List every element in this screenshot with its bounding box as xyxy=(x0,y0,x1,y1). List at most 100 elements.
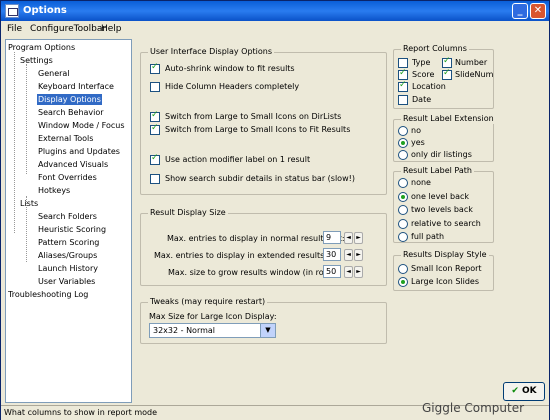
title-bar[interactable]: Options _ ✕ xyxy=(1,1,549,21)
tree-item-general[interactable]: General xyxy=(38,68,70,79)
tree-line xyxy=(26,64,27,174)
column-score-label: Score xyxy=(412,70,435,79)
menu-file[interactable]: File xyxy=(7,24,22,34)
style-small-icon-label: Small Icon Report xyxy=(411,264,482,273)
tree-item-search-behavior[interactable]: Search Behavior xyxy=(38,107,104,118)
tweaks-title: Tweaks (may require restart) xyxy=(148,297,268,307)
label-path-group: Result Label Path none one level back tw… xyxy=(393,166,494,243)
auto-shrink-checkbox[interactable] xyxy=(150,62,160,74)
tree-item-hotkeys[interactable]: Hotkeys xyxy=(38,185,70,196)
tree-node-program-options[interactable]: Program Options xyxy=(8,42,75,53)
auto-shrink-label: Auto-shrink window to fit results xyxy=(165,64,295,73)
tree-item-keyboard-interface[interactable]: Keyboard Interface xyxy=(38,81,114,92)
result-size-group: Result Display Size Max. entries to disp… xyxy=(140,208,387,286)
path-none-radio[interactable] xyxy=(398,178,408,188)
style-large-icon-label: Large Icon Slides xyxy=(411,277,480,286)
tree-item-aliases-groups[interactable]: Aliases/Groups xyxy=(38,250,97,261)
report-columns-title: Report Columns xyxy=(401,44,469,54)
extension-no-radio[interactable] xyxy=(398,126,408,136)
options-window: Options _ ✕ File ConfigureToolbar Help P… xyxy=(0,0,550,420)
column-number-checkbox[interactable] xyxy=(442,56,452,68)
tree-item-font-overrides[interactable]: Font Overrides xyxy=(38,172,97,183)
tree-item-user-variables[interactable]: User Variables xyxy=(38,276,95,287)
options-tree[interactable]: Program Options Settings General Keyboar… xyxy=(5,39,132,403)
extended-entries-label: Max. entries to display in extended resu… xyxy=(154,251,342,260)
tree-item-display-options[interactable]: Display Options xyxy=(37,94,102,105)
extension-yes-radio[interactable] xyxy=(398,138,408,148)
normal-entries-increment[interactable]: ► xyxy=(354,232,363,244)
close-button[interactable]: ✕ xyxy=(530,3,546,19)
action-modifier-checkbox[interactable] xyxy=(150,153,160,165)
status-text: What columns to show in report mode xyxy=(4,408,158,417)
ui-display-title: User Interface Display Options xyxy=(148,47,275,57)
extended-entries-decrement[interactable]: ◄ xyxy=(344,249,353,261)
subdir-details-label: Show search subdir details in status bar… xyxy=(165,174,355,183)
column-location-checkbox[interactable] xyxy=(398,80,408,92)
label-extension-title: Result Label Extension xyxy=(401,114,496,124)
minimize-button[interactable]: _ xyxy=(512,3,528,19)
tree-item-heuristic-scoring[interactable]: Heuristic Scoring xyxy=(38,224,106,235)
tree-line xyxy=(14,52,15,233)
menu-help[interactable]: Help xyxy=(101,24,122,34)
ok-button[interactable]: ✔ OK xyxy=(503,382,545,401)
column-score-checkbox[interactable] xyxy=(398,68,408,80)
tree-item-plugins[interactable]: Plugins and Updates xyxy=(38,146,120,157)
column-type-label: Type xyxy=(412,58,431,67)
extension-yes-label: yes xyxy=(411,138,425,147)
tree-item-search-folders[interactable]: Search Folders xyxy=(38,211,97,222)
hide-headers-checkbox[interactable] xyxy=(150,82,160,92)
path-full-radio[interactable] xyxy=(398,232,408,242)
column-slidenum-label: SlideNum xyxy=(455,70,494,79)
watermark-text: Giggle Computer xyxy=(422,401,525,415)
subdir-details-checkbox[interactable] xyxy=(150,174,160,184)
label-path-title: Result Label Path xyxy=(401,166,474,176)
report-columns-group: Report Columns Type Number Score SlideNu… xyxy=(393,44,494,109)
extended-entries-increment[interactable]: ► xyxy=(354,249,363,261)
extended-entries-input[interactable]: 30 xyxy=(323,248,341,261)
ok-label: OK xyxy=(521,386,537,396)
menu-configuretoolbar[interactable]: ConfigureToolbar xyxy=(30,24,106,34)
normal-entries-input[interactable]: 9 xyxy=(323,231,341,244)
tree-item-advanced-visuals[interactable]: Advanced Visuals xyxy=(38,159,108,170)
dropdown-arrow-icon[interactable]: ▼ xyxy=(260,324,275,337)
path-relative-radio[interactable] xyxy=(398,219,408,229)
large-icon-size-select[interactable]: 32x32 - Normal ▼ xyxy=(149,323,276,338)
checkmark-icon: ✔ xyxy=(511,386,519,396)
column-type-checkbox[interactable] xyxy=(398,58,408,68)
small-icons-dirlists-label: Switch from Large to Small Icons on DirL… xyxy=(165,112,342,121)
max-rows-decrement[interactable]: ◄ xyxy=(344,266,353,278)
tree-node-lists[interactable]: Lists xyxy=(20,198,38,209)
path-full-label: full path xyxy=(411,232,445,241)
max-rows-increment[interactable]: ► xyxy=(354,266,363,278)
column-date-label: Date xyxy=(412,95,432,104)
normal-entries-decrement[interactable]: ◄ xyxy=(344,232,353,244)
display-style-group: Results Display Style Small Icon Report … xyxy=(393,250,494,291)
tree-node-troubleshooting[interactable]: Troubleshooting Log xyxy=(8,289,88,300)
extension-dir-radio[interactable] xyxy=(398,150,408,160)
label-extension-group: Result Label Extension no yes only dir l… xyxy=(393,114,496,162)
window-title: Options xyxy=(23,5,67,16)
style-small-icon-radio[interactable] xyxy=(398,264,408,274)
path-none-label: none xyxy=(411,178,431,187)
large-icon-size-label: Max Size for Large Icon Display: xyxy=(149,312,277,321)
path-one-level-radio[interactable] xyxy=(398,192,408,202)
tree-item-window-mode[interactable]: Window Mode / Focus xyxy=(38,120,125,131)
result-size-title: Result Display Size xyxy=(148,208,228,218)
column-date-checkbox[interactable] xyxy=(398,95,408,105)
extension-no-label: no xyxy=(411,126,421,135)
ui-display-group: User Interface Display Options Auto-shri… xyxy=(140,47,387,195)
style-large-icon-radio[interactable] xyxy=(398,277,408,287)
max-rows-label: Max. size to grow results window (in row… xyxy=(168,268,341,277)
column-slidenum-checkbox[interactable] xyxy=(442,68,452,80)
column-number-label: Number xyxy=(455,58,488,67)
normal-entries-label: Max. entries to display in normal result… xyxy=(167,234,345,243)
path-one-level-label: one level back xyxy=(411,192,470,201)
path-two-levels-radio[interactable] xyxy=(398,205,408,215)
tree-item-launch-history[interactable]: Launch History xyxy=(38,263,98,274)
tree-node-settings[interactable]: Settings xyxy=(20,55,53,66)
small-icons-dirlists-checkbox[interactable] xyxy=(150,110,160,122)
tree-item-external-tools[interactable]: External Tools xyxy=(38,133,93,144)
small-icons-fit-checkbox[interactable] xyxy=(150,123,160,135)
max-rows-input[interactable]: 50 xyxy=(323,265,341,278)
tree-item-pattern-scoring[interactable]: Pattern Scoring xyxy=(38,237,99,248)
